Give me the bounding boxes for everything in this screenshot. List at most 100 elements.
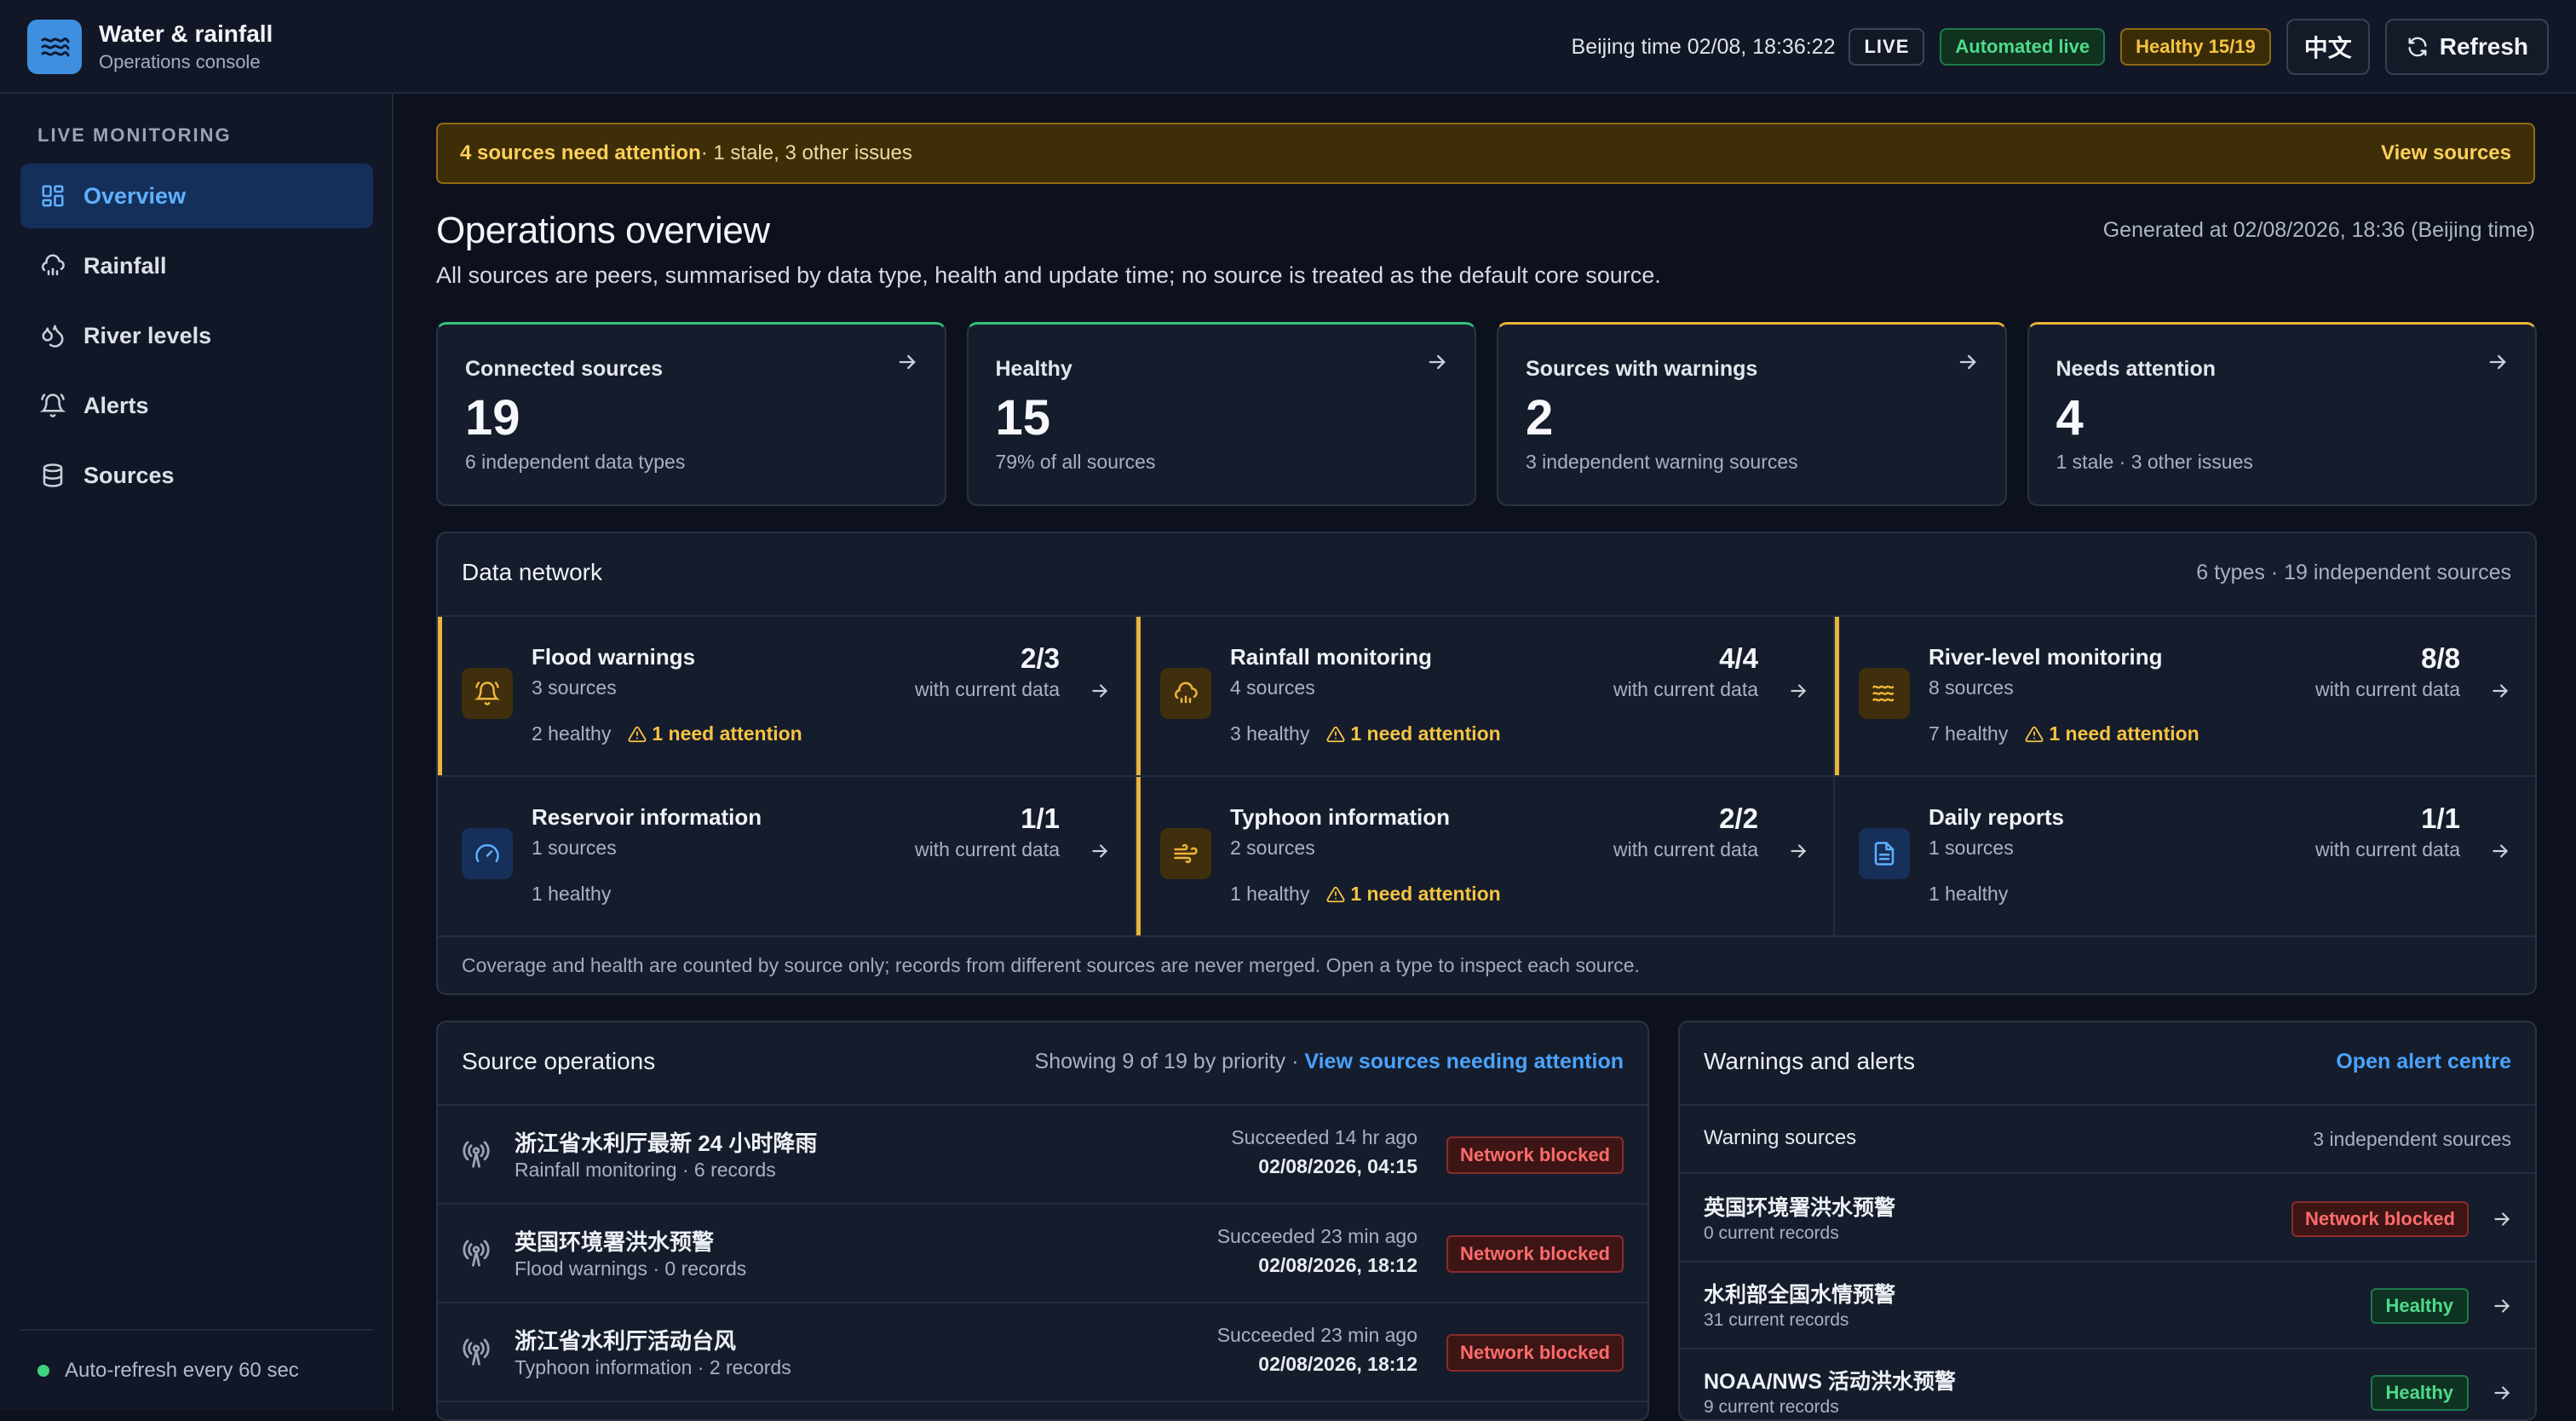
sidebar-item-river-levels[interactable]: River levels <box>20 303 373 368</box>
list-item[interactable]: 英国环境署洪水预警 0 current records Network bloc… <box>1680 1176 2535 1263</box>
alert-source-name: NOAA/NWS 活动洪水预警 <box>1704 1370 1956 1394</box>
warnings-alerts-panel: Warnings and alerts Open alert centre Wa… <box>1678 1021 2537 1421</box>
alert-source-records: 0 current records <box>1704 1223 1839 1243</box>
sidebar-item-sources[interactable]: Sources <box>20 443 373 508</box>
arrow-right-icon <box>1959 354 1976 370</box>
source-name: 英国环境署洪水预警 <box>515 1229 715 1255</box>
kpi-label: Needs attention <box>2056 357 2217 381</box>
status-dot-icon <box>37 1365 49 1377</box>
kpi-healthy[interactable]: Healthy 15 79% of all sources <box>966 322 1476 506</box>
healthy-count: 1 healthy <box>1230 883 1310 905</box>
alert-source-records: 9 current records <box>1704 1397 1839 1417</box>
data-type-daily-reports[interactable]: Daily reports 1 sources 1 healthy 1/1 wi… <box>1835 777 2535 937</box>
list-item[interactable]: 英国环境署洪水预警 Flood warnings · 0 records Suc… <box>438 1205 1647 1303</box>
warning-sources-label: Warning sources <box>1704 1126 1857 1149</box>
status-badge: Network blocked <box>2291 1201 2469 1237</box>
sidebar-nav: Overview Rainfall River levels Alerts So… <box>20 164 373 513</box>
kpi-label: Healthy <box>995 357 1072 381</box>
current-data-ratio: 2/2 <box>1719 803 1758 834</box>
refresh-button[interactable]: Refresh <box>2384 19 2549 75</box>
attention-banner: 4 sources need attention · 1 stale, 3 ot… <box>436 123 2535 184</box>
arrow-right-icon <box>2494 1386 2510 1400</box>
data-type-rainfall-monitoring[interactable]: Rainfall monitoring 4 sources 3 healthy … <box>1136 617 1835 777</box>
data-type-name: River-level monitoring <box>1929 644 2163 670</box>
list-item[interactable]: 水利部全国水情预警 31 current records Healthy <box>1680 1263 2535 1349</box>
current-data-label: with current data <box>1613 838 1758 860</box>
kpi-value: 2 <box>1526 390 1554 446</box>
panel-title: Data network <box>462 559 602 585</box>
need-attention-note: 1 need attention <box>2025 722 2199 745</box>
data-type-health: 1 healthy <box>532 883 611 906</box>
sidebar: LIVE MONITORING Overview Rainfall River … <box>0 94 394 1411</box>
document-icon <box>1859 828 1910 879</box>
last-success: Succeeded 23 min ago <box>1216 1324 1417 1346</box>
need-attention-note: 1 need attention <box>1326 883 1501 906</box>
source-name: 浙江省水利厅最新 24 小时降雨 <box>515 1130 818 1156</box>
current-data-ratio: 1/1 <box>1021 803 1060 834</box>
current-data-label: with current data <box>2314 838 2460 860</box>
kpi-label: Connected sources <box>465 357 664 381</box>
sidebar-item-rainfall[interactable]: Rainfall <box>20 233 373 298</box>
current-data-ratio: 4/4 <box>1719 642 1758 674</box>
current-data-label: with current data <box>914 838 1060 860</box>
current-data-ratio: 1/1 <box>2421 803 2460 834</box>
refresh-icon <box>2408 37 2427 57</box>
data-type-flood-warnings[interactable]: Flood warnings 3 sources 2 healthy 1 nee… <box>438 617 1136 777</box>
current-data-ratio: 2/3 <box>1021 642 1060 674</box>
warning-sources-header: Warning sources 3 independent sources <box>1680 1104 2535 1174</box>
list-item[interactable]: 浙江省水利厅最新 24 小时降雨 Rainfall monitoring · 6… <box>438 1106 1647 1205</box>
view-attention-sources-link[interactable]: View sources needing attention <box>1304 1050 1624 1073</box>
open-alert-centre-link[interactable]: Open alert centre <box>2336 1050 2511 1074</box>
kpi-label: Sources with warnings <box>1526 357 1758 381</box>
bell-icon <box>462 668 513 719</box>
sidebar-item-label: Alerts <box>83 392 149 418</box>
arrow-right-icon <box>1791 844 1807 858</box>
language-toggle-button[interactable]: 中文 <box>2286 19 2370 75</box>
data-type-source-count: 1 sources <box>1929 837 2014 859</box>
sidebar-item-alerts[interactable]: Alerts <box>20 373 373 438</box>
arrow-right-icon <box>2494 1212 2510 1226</box>
banner-headline: 4 sources need attention <box>460 141 701 164</box>
network-footnote: Coverage and health are counted by sourc… <box>462 954 1640 976</box>
kpi-value: 15 <box>995 390 1051 446</box>
gauge-icon <box>462 828 513 879</box>
list-item[interactable]: 浙江省水利厅活动台风 Typhoon information · 2 recor… <box>438 1303 1647 1402</box>
kpi-needs-attention[interactable]: Needs attention 4 1 stale · 3 other issu… <box>2027 322 2537 506</box>
source-meta: Rainfall monitoring · 6 records <box>515 1159 776 1181</box>
top-bar: Water & rainfall Operations console Beij… <box>0 0 2576 94</box>
warning-triangle-icon <box>1326 886 1345 902</box>
data-type-source-count: 8 sources <box>1929 676 2014 699</box>
waves-icon <box>1859 668 1910 719</box>
kpi-cards: Connected sources 19 6 independent data … <box>436 322 2537 506</box>
refresh-label: Refresh <box>2439 33 2528 60</box>
data-type-source-count: 1 sources <box>532 837 617 859</box>
arrow-right-icon <box>899 354 916 370</box>
warning-triangle-icon <box>2025 726 2044 742</box>
kpi-value: 19 <box>465 390 520 446</box>
data-type-source-count: 2 sources <box>1230 837 1315 859</box>
data-network-panel: Data network 6 types · 19 independent so… <box>436 532 2537 995</box>
antenna-icon <box>463 1338 490 1366</box>
data-type-reservoir-information[interactable]: Reservoir information 1 sources 1 health… <box>438 777 1136 937</box>
data-type-typhoon-information[interactable]: Typhoon information 2 sources 1 healthy … <box>1136 777 1835 937</box>
arrow-right-icon <box>1429 354 1446 370</box>
sidebar-item-overview[interactable]: Overview <box>20 164 373 228</box>
kpi-subtext: 6 independent data types <box>465 451 686 473</box>
data-type-name: Typhoon information <box>1230 804 1451 830</box>
kpi-sources-with-warnings[interactable]: Sources with warnings 2 3 independent wa… <box>1497 322 2007 506</box>
data-type-river-level-monitoring[interactable]: River-level monitoring 8 sources 7 healt… <box>1835 617 2535 777</box>
need-attention-note: 1 need attention <box>628 722 802 745</box>
auto-refresh-status: Auto-refresh every 60 sec <box>20 1329 373 1411</box>
current-data-ratio: 8/8 <box>2421 642 2460 674</box>
alert-source-records: 31 current records <box>1704 1310 1849 1330</box>
kpi-connected-sources[interactable]: Connected sources 19 6 independent data … <box>436 322 946 506</box>
kpi-value: 4 <box>2056 390 2084 446</box>
list-item[interactable]: NOAA/NWS 活动洪水预警 9 current records Health… <box>1680 1349 2535 1419</box>
page-description: All sources are peers, summarised by dat… <box>436 262 1661 288</box>
warning-sources-count: 3 independent sources <box>2313 1128 2511 1150</box>
banner-detail: · 1 stale, 3 other issues <box>700 141 912 164</box>
view-sources-link[interactable]: View sources <box>2381 141 2511 165</box>
network-summary: 6 types · 19 independent sources <box>2196 561 2511 584</box>
healthy-count: 1 healthy <box>1929 883 2009 905</box>
arrow-right-icon <box>2493 684 2509 698</box>
